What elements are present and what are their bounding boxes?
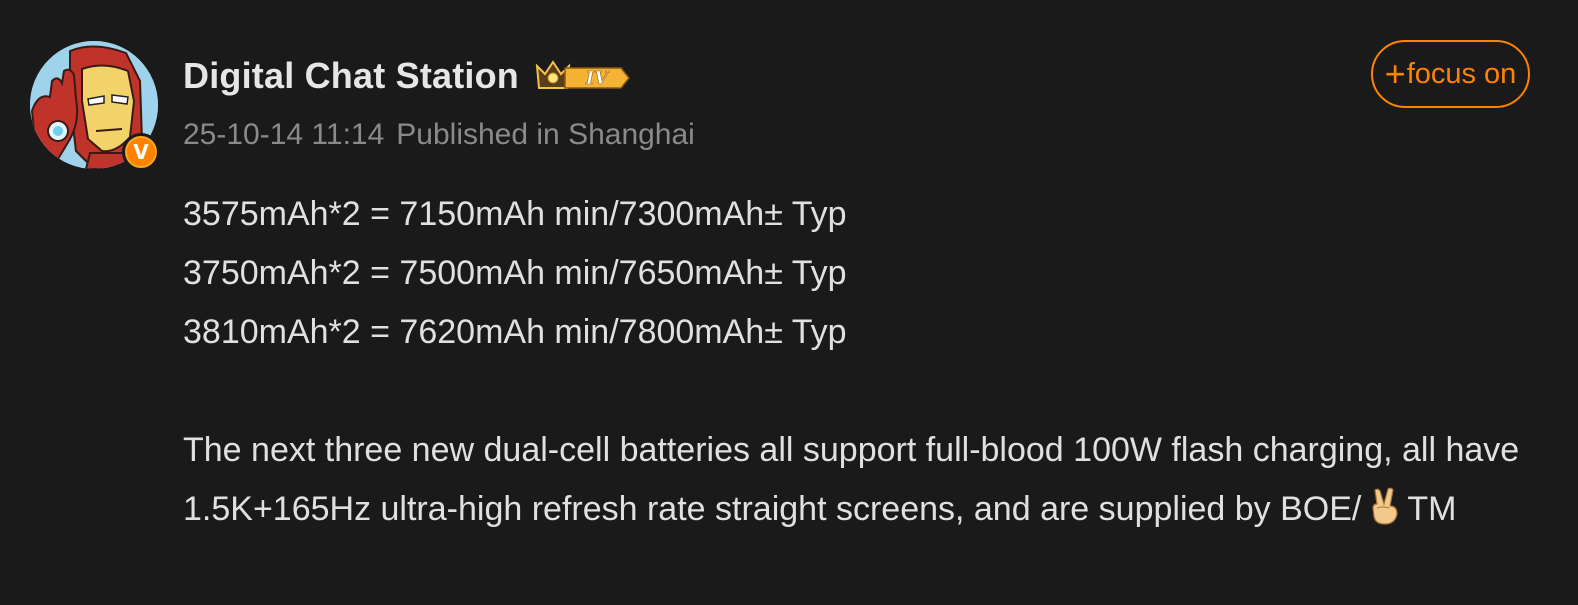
verified-mark: V <box>127 138 155 166</box>
paragraph-text: The next three new dual-cell batteries a… <box>183 431 1520 528</box>
follow-button[interactable]: + focus on <box>1371 40 1530 108</box>
content-line: 3750mAh*2 = 7500mAh min/7650mAh± Typ <box>183 254 847 292</box>
content-spacer <box>183 362 1543 421</box>
content-paragraph: The next three new dual-cell batteries a… <box>183 421 1543 539</box>
peace-hand-emoji-icon <box>1372 487 1398 525</box>
level-text: IV <box>585 68 610 89</box>
content-line: 3575mAh*2 = 7150mAh min/7300mAh± Typ <box>183 195 847 233</box>
post-location: Published in Shanghai <box>396 118 695 151</box>
verified-badge-icon: V <box>122 133 160 171</box>
avatar-container[interactable]: V <box>30 41 160 171</box>
post-content: 3575mAh*2 = 7150mAh min/7300mAh± Typ 375… <box>183 185 1543 539</box>
post-meta: 25-10-14 11:14 Published in Shanghai <box>183 118 695 152</box>
username[interactable]: Digital Chat Station <box>183 55 519 97</box>
paragraph-tail: TM <box>1407 490 1457 528</box>
weibo-post: V Digital Chat Station IV 25-10-14 11:14… <box>0 0 1578 605</box>
plus-icon: + <box>1384 53 1406 94</box>
follow-label: focus on <box>1406 57 1517 90</box>
post-timestamp[interactable]: 25-10-14 11:14 <box>183 118 384 151</box>
level-badge[interactable]: IV <box>535 58 631 92</box>
content-line: 3810mAh*2 = 7620mAh min/7800mAh± Typ <box>183 313 847 351</box>
crown-level-icon: IV <box>535 60 630 89</box>
